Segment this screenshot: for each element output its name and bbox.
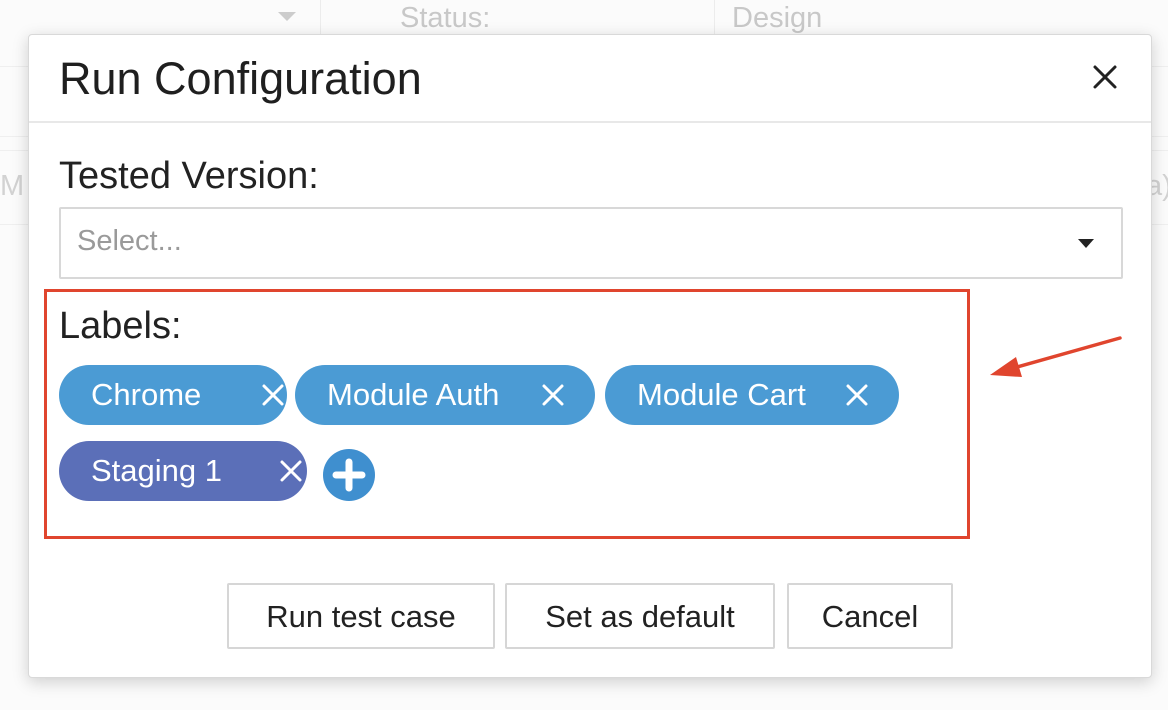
tested-version-label: Tested Version: [59,155,319,197]
tested-version-placeholder: Select... [77,225,182,257]
caret-down-icon [1078,239,1094,248]
dialog-title: Run Configuration [59,53,422,104]
plus-circle-icon[interactable] [323,449,375,501]
remove-chip-icon[interactable] [841,365,871,425]
label-chip-text: Staging 1 [91,453,222,488]
label-chip-text: Module Auth [327,377,500,412]
background-divider [320,0,321,36]
remove-chip-icon[interactable] [275,441,305,501]
background-fragment-left: M [0,170,25,202]
label-chip-staging-1: Staging 1 [59,441,307,501]
close-icon[interactable] [1087,59,1123,95]
run-test-case-button[interactable]: Run test case [227,583,495,649]
label-chip-module-auth: Module Auth [295,365,595,425]
labels-label: Labels: [59,305,182,347]
dialog-header: Run Configuration [29,35,1151,123]
background-divider [714,0,715,36]
label-chip-module-cart: Module Cart [605,365,899,425]
annotation-arrow-icon [990,336,1122,377]
cancel-button[interactable]: Cancel [787,583,953,649]
background-status-label: Status: [400,2,491,34]
label-chip-text: Chrome [91,377,202,412]
set-as-default-button[interactable]: Set as default [505,583,775,649]
remove-chip-icon[interactable] [537,365,567,425]
chevron-down-icon [278,12,296,21]
label-chip-chrome: Chrome [59,365,287,425]
background-status-value: Design [732,2,823,34]
label-chip-text: Module Cart [637,377,806,412]
tested-version-select[interactable]: Select... [59,207,1123,279]
remove-chip-icon[interactable] [257,365,287,425]
